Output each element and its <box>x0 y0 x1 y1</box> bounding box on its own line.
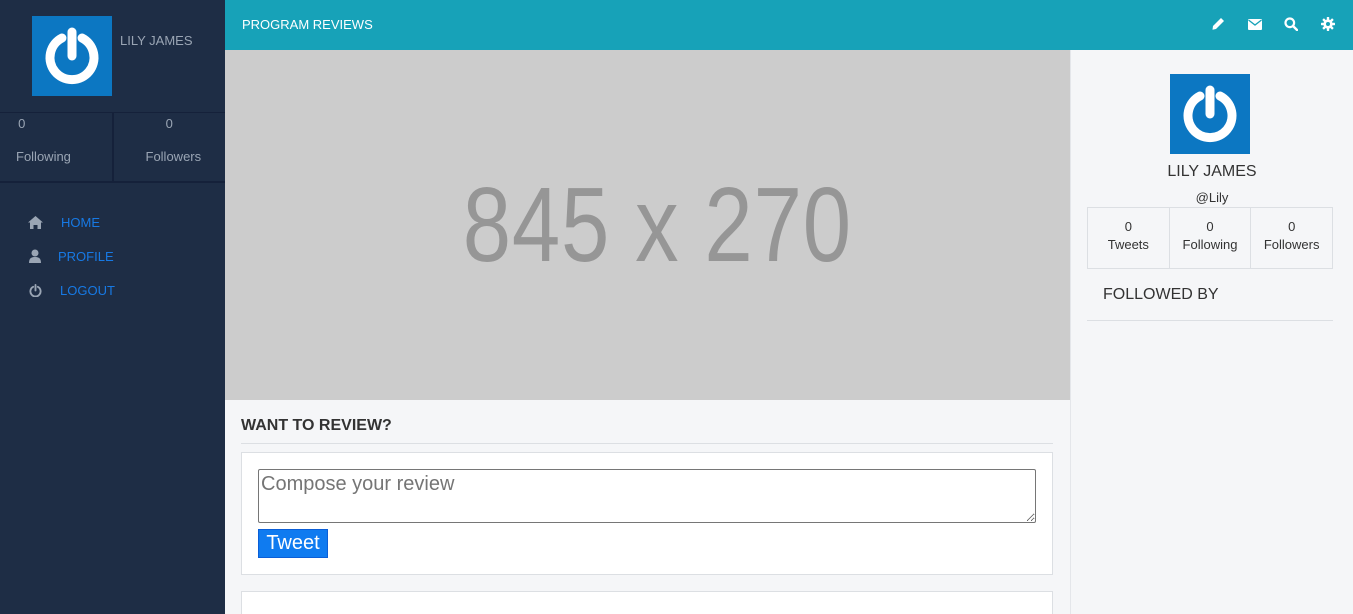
nav-label-logout: LOGOUT <box>60 282 115 298</box>
nav-label-home: HOME <box>61 214 100 230</box>
followers-count: 0 <box>1288 219 1296 234</box>
envelope-icon[interactable] <box>1247 16 1263 32</box>
top-bar: PROGRAM REVIEWS <box>225 0 1353 50</box>
profile-panel: LILY JAMES @Lily 0 Tweets 0 Following 0 … <box>1070 50 1353 614</box>
profile-stats: 0 Tweets 0 Following 0 Followers <box>1087 207 1333 269</box>
page-title: PROGRAM REVIEWS <box>242 17 373 32</box>
tweet-button[interactable]: Tweet <box>258 529 328 558</box>
following-count: 0 <box>1206 219 1214 234</box>
pencil-icon[interactable] <box>1210 16 1226 32</box>
search-icon[interactable] <box>1283 16 1299 32</box>
followers-stat[interactable]: 0 Followers <box>1250 208 1332 268</box>
sidebar-user: LILY JAMES <box>0 0 225 113</box>
sidebar-following-stat[interactable]: 0 Following <box>0 113 112 181</box>
avatar <box>32 16 112 96</box>
nav-label-profile: PROFILE <box>58 248 114 264</box>
sidebar: LILY JAMES 0 Following 0 Followers HOME … <box>0 0 225 614</box>
power-icon <box>27 282 43 298</box>
nav-item-home[interactable]: HOME <box>0 205 225 239</box>
banner-placeholder-text: 845 x 270 <box>462 165 853 284</box>
tweets-count: 0 <box>1124 219 1132 234</box>
gear-icon[interactable] <box>1320 16 1336 32</box>
followers-label: Followers <box>1263 237 1320 252</box>
power-logo-icon <box>45 27 99 85</box>
power-logo-icon <box>1183 85 1237 143</box>
nav-item-logout[interactable]: LOGOUT <box>0 273 225 307</box>
following-count: 0 <box>18 116 26 131</box>
home-icon <box>27 214 43 230</box>
sidebar-followers-stat[interactable]: 0 Followers <box>111 113 226 181</box>
nav-item-profile[interactable]: PROFILE <box>0 239 225 273</box>
user-icon <box>27 248 43 264</box>
review-card <box>241 591 1053 614</box>
divider <box>241 443 1053 444</box>
profile-name: LILY JAMES <box>1167 163 1257 180</box>
profile-avatar <box>1170 74 1250 154</box>
tweets-stat[interactable]: 0 Tweets <box>1088 208 1169 268</box>
sidebar-stats: 0 Following 0 Followers <box>0 113 225 183</box>
banner-image-placeholder: 845 x 270 <box>225 50 1070 400</box>
followers-count: 0 <box>165 116 173 131</box>
followed-by-heading: FOLLOWED BY <box>1103 286 1219 303</box>
followers-label: Followers <box>145 149 202 164</box>
following-stat[interactable]: 0 Following <box>1168 208 1251 268</box>
following-label: Following <box>1182 237 1238 252</box>
tweets-label: Tweets <box>1107 237 1149 252</box>
compose-review-input[interactable] <box>258 469 1036 523</box>
compose-card: Tweet <box>241 452 1053 575</box>
sidebar-user-name: LILY JAMES <box>120 33 193 48</box>
following-label: Following <box>16 149 71 164</box>
review-section: WANT TO REVIEW? Tweet <box>225 400 1070 614</box>
sidebar-nav: HOME PROFILE LOGOUT <box>0 183 225 307</box>
divider <box>1087 320 1333 321</box>
review-heading: WANT TO REVIEW? <box>241 417 392 434</box>
profile-handle: @Lily <box>1195 190 1229 205</box>
